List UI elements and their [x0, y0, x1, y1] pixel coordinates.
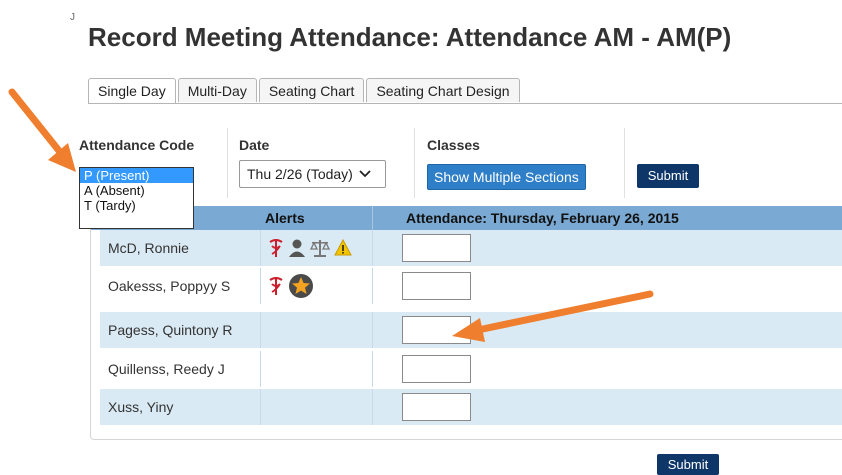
annotation-arrows-overlay — [8, 88, 654, 342]
annotation-arrow-icon — [8, 88, 76, 172]
annotation-arrow-icon — [452, 290, 654, 342]
